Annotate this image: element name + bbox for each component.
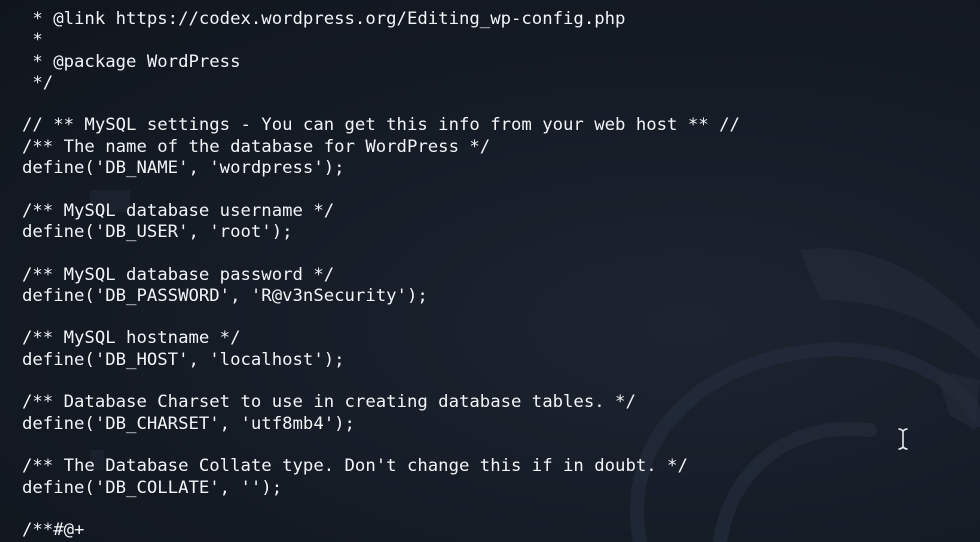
code-line: /** MySQL database password */	[22, 264, 335, 285]
code-line: * @package WordPress	[22, 51, 241, 72]
code-line: /**#@+	[22, 520, 85, 541]
code-line: /** MySQL hostname */	[22, 328, 241, 349]
code-line: /** MySQL database username */	[22, 200, 335, 221]
code-line: define('DB_HOST', 'localhost');	[22, 349, 345, 370]
code-line: /** Database Charset to use in creating …	[22, 392, 636, 413]
code-line: define('DB_CHARSET', 'utf8mb4');	[22, 413, 355, 434]
code-line: *	[22, 30, 43, 51]
code-line: // ** MySQL settings - You can get this …	[22, 115, 740, 136]
code-line: /** The name of the database for WordPre…	[22, 136, 491, 157]
code-line: define('DB_PASSWORD', 'R@v3nSecurity');	[22, 285, 428, 306]
code-line: define('DB_COLLATE', '');	[22, 477, 283, 498]
wp-config-code[interactable]: * @link https://codex.wordpress.org/Edit…	[22, 9, 740, 541]
code-line: define('DB_USER', 'root');	[22, 221, 293, 242]
code-line: define('DB_NAME', 'wordpress');	[22, 158, 345, 179]
text-cursor-icon	[898, 428, 908, 450]
code-line: /** The Database Collate type. Don't cha…	[22, 456, 688, 477]
code-line: */	[22, 72, 54, 93]
code-line: * @link https://codex.wordpress.org/Edit…	[22, 9, 626, 29]
terminal-window[interactable]: * @link https://codex.wordpress.org/Edit…	[0, 0, 980, 542]
